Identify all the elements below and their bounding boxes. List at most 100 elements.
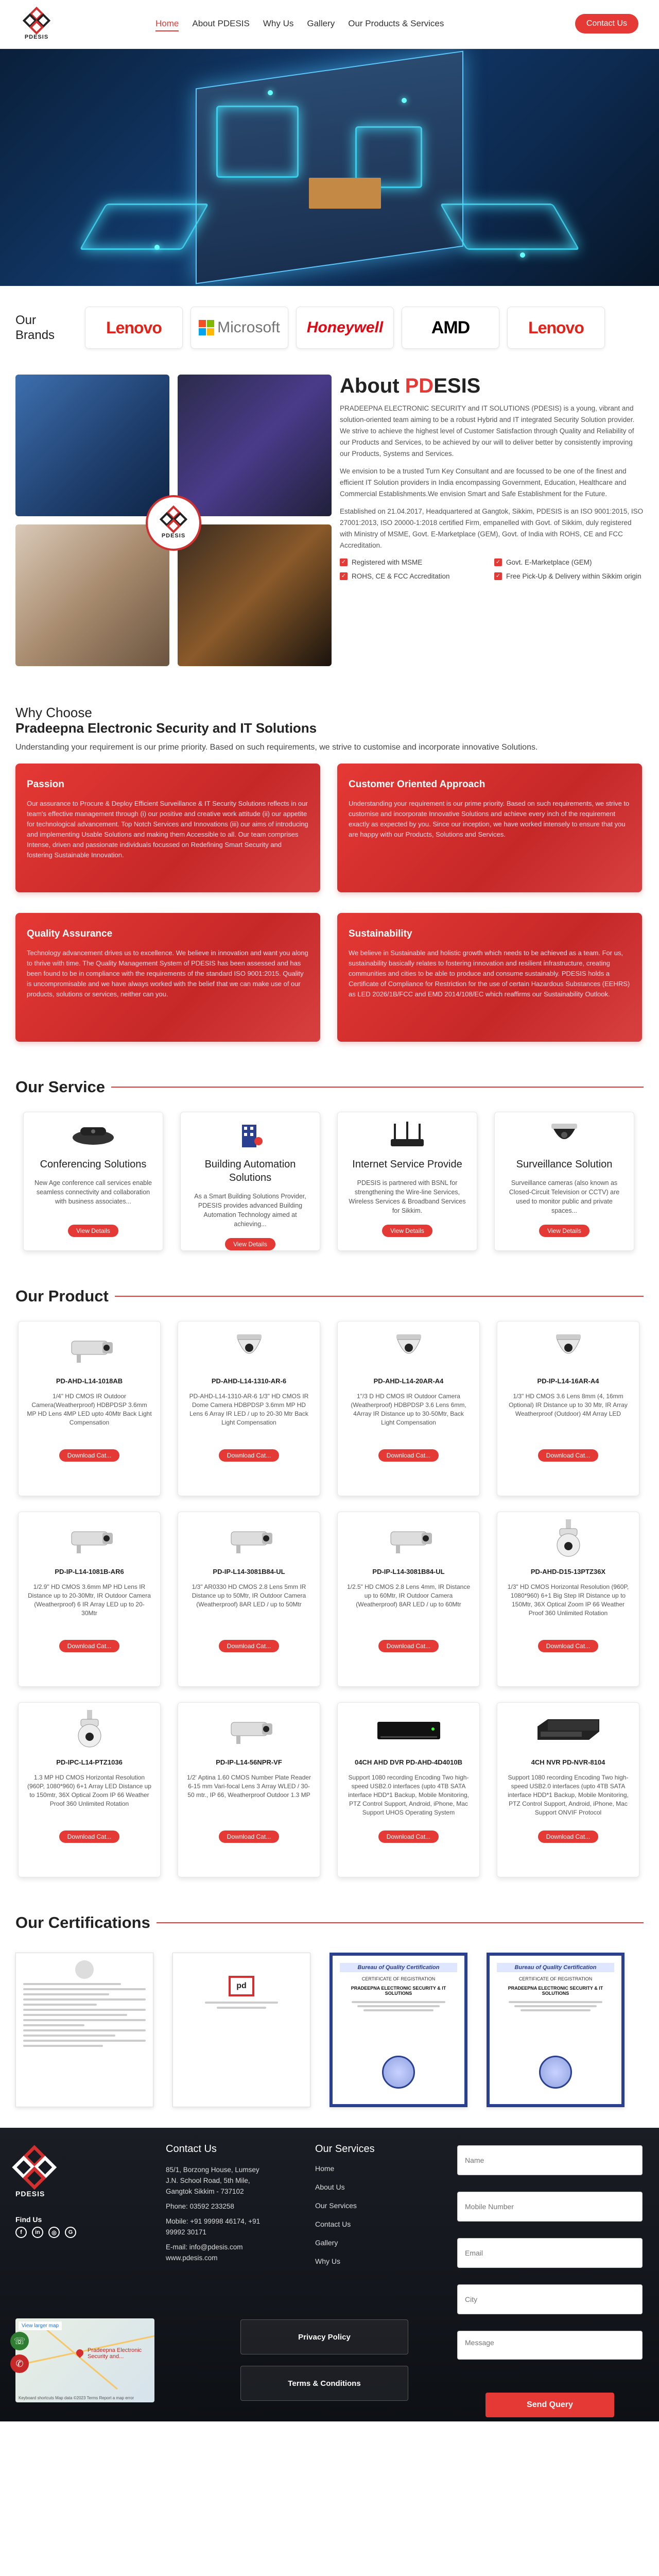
product-name: PD-IPC-L14-PTZ1036 (56, 1758, 123, 1766)
footer-mobile[interactable]: Mobile: +91 99998 46174, +91 99992 30171 (166, 2216, 264, 2238)
brand-microsoft: Microsoft (190, 307, 288, 349)
download-catalog-button[interactable]: Download Cat... (59, 1640, 120, 1652)
about-image-smart-home (15, 375, 169, 516)
product-card: PD-AHD-L14-1310-AR-6 PD-AHD-L14-1310-AR-6… (178, 1321, 320, 1496)
brand-lenovo: Lenovo (85, 307, 183, 349)
service-card: Surveillance Solution Surveillance camer… (494, 1112, 634, 1251)
call-float-icon[interactable]: ✆ (10, 2354, 29, 2373)
logo-mark (22, 6, 51, 35)
download-catalog-button[interactable]: Download Cat... (59, 1449, 120, 1462)
nav-why-us[interactable]: Why Us (263, 19, 294, 31)
download-catalog-button[interactable]: Download Cat... (218, 1831, 280, 1843)
product-description: 1/3" HD CMOS 3.6 Lens 8mm (4, 16mm Optio… (509, 1393, 628, 1417)
privacy-policy-button[interactable]: Privacy Policy (240, 2319, 408, 2354)
nav-products-services[interactable]: Our Products & Services (348, 19, 444, 31)
hero-light (154, 245, 160, 250)
hero-banner (0, 49, 659, 286)
product-description: 1/2.9" HD CMOS 3.6mm MP HD Lens IR Dista… (28, 1583, 151, 1617)
certificate-iso-1[interactable]: Bureau of Quality Certification CERTIFIC… (330, 1953, 467, 2107)
product-description: Support 1080 recording Encoding Two high… (348, 1774, 469, 1816)
product-card: PD-IP-L14-1081B-AR6 1/2.9" HD CMOS 3.6mm … (18, 1512, 161, 1687)
whatsapp-float-icon[interactable]: ☏ (10, 2332, 29, 2350)
certificate-msme[interactable] (15, 1953, 153, 2107)
mobile-field[interactable] (457, 2192, 643, 2222)
logo-text: PDESIS (24, 33, 49, 40)
product-name: PD-AHD-L14-1310-AR-6 (211, 1377, 287, 1385)
hero-glow-panel (216, 106, 299, 178)
footer-link-gallery[interactable]: Gallery (315, 2239, 375, 2247)
certifications-grid: pd Bureau of Quality Certification CERTI… (0, 1932, 659, 2128)
product-description: 1/3" AR0330 HD CMOS 2.8 Lens 5mm IR Dist… (192, 1583, 306, 1608)
product-name: PD-IP-L14-1081B-AR6 (55, 1568, 124, 1575)
certificate-pd-logo[interactable]: pd (172, 1953, 310, 2107)
about-paragraph: We envision to be a trusted Turn Key Con… (340, 467, 627, 498)
nav-gallery[interactable]: Gallery (307, 19, 335, 31)
about-image-grid: PDESIS (15, 375, 332, 666)
send-query-button[interactable]: Send Query (485, 2393, 614, 2417)
product-name: PD-IP-L14-3081B84-UL (213, 1568, 285, 1575)
download-catalog-button[interactable]: Download Cat... (537, 1449, 599, 1462)
why-heading: Why Choose (15, 705, 92, 720)
service-title: Our Service (0, 1078, 659, 1096)
contact-us-button[interactable]: Contact Us (575, 14, 638, 33)
footer-link-about[interactable]: About Us (315, 2183, 375, 2191)
why-card-passion: Passion Our assurance to Procure & Deploy… (15, 764, 320, 892)
download-catalog-button[interactable]: Download Cat... (537, 1831, 599, 1843)
download-catalog-button[interactable]: Download Cat... (378, 1831, 439, 1843)
service-card: Conferencing Solutions New Age conferenc… (23, 1112, 163, 1251)
terms-conditions-button[interactable]: Terms & Conditions (240, 2366, 408, 2401)
download-catalog-button[interactable]: Download Cat... (218, 1449, 280, 1462)
instagram-icon[interactable]: ◎ (48, 2227, 60, 2238)
certifications-title: Our Certifications (0, 1913, 659, 1932)
view-details-button[interactable]: View Details (225, 1238, 275, 1250)
site-logo[interactable]: PDESIS (21, 5, 53, 44)
download-catalog-button[interactable]: Download Cat... (218, 1640, 280, 1652)
name-field[interactable] (457, 2145, 643, 2175)
nav-about[interactable]: About PDESIS (192, 19, 250, 31)
ptz-camera-icon (27, 1710, 152, 1751)
product-name: PD-AHD-L14-1018AB (56, 1377, 123, 1385)
location-map[interactable]: View larger map Pradeepna Electronic Sec… (15, 2318, 154, 2402)
product-card: PD-AHD-L14-20AR-A4 1"/3 D HD CMOS IR Outd… (337, 1321, 480, 1496)
bullet-camera-icon (186, 1710, 311, 1751)
why-choose-section: Why Choose Pradeepna Electronic Security… (0, 666, 659, 1042)
dome-camera-icon (506, 1329, 631, 1370)
brands-section: Our Brands Lenovo Microsoft Honeywell AMD… (0, 286, 659, 369)
footer-email[interactable]: E-mail: info@pdesis.com (166, 2242, 264, 2252)
email-field[interactable] (457, 2238, 643, 2268)
product-card: PD-IP-L14-56NPR-VF 1/2' Aptina 1.60 CMOS … (178, 1702, 320, 1877)
about-title: About PDESIS (340, 375, 481, 397)
check-icon: ✓ (494, 558, 502, 566)
footer-link-services[interactable]: Our Services (315, 2201, 375, 2210)
download-catalog-button[interactable]: Download Cat... (378, 1640, 439, 1652)
product-card: PD-IPC-L14-PTZ1036 1.3 MP HD CMOS Horizon… (18, 1702, 161, 1877)
product-name: PD-IP-L14-56NPR-VF (216, 1758, 282, 1766)
view-details-button[interactable]: View Details (382, 1225, 432, 1237)
conference-camera-icon (33, 1117, 153, 1153)
certificate-iso-2[interactable]: Bureau of Quality Certification CERTIFIC… (487, 1953, 625, 2107)
view-larger-map-link[interactable]: View larger map (19, 2321, 62, 2330)
footer-website[interactable]: www.pdesis.com (166, 2252, 264, 2263)
google-icon[interactable]: G (65, 2227, 76, 2238)
query-form (457, 2145, 643, 2379)
view-details-button[interactable]: View Details (68, 1225, 118, 1237)
download-catalog-button[interactable]: Download Cat... (378, 1449, 439, 1462)
footer-logo[interactable]: PDESIS (12, 2145, 62, 2205)
footer-link-contact[interactable]: Contact Us (315, 2220, 375, 2228)
find-us-label: Find Us (15, 2215, 42, 2224)
nav-home[interactable]: Home (155, 19, 179, 31)
view-details-button[interactable]: View Details (539, 1225, 589, 1237)
check-icon: ✓ (494, 572, 502, 580)
facebook-icon[interactable]: f (15, 2227, 27, 2238)
footer-phone[interactable]: Phone: 03592 233258 (166, 2201, 264, 2212)
download-catalog-button[interactable]: Download Cat... (537, 1640, 599, 1652)
product-card: PD-IP-L14-16AR-A4 1/3" HD CMOS 3.6 Lens 8… (497, 1321, 639, 1496)
message-field[interactable] (457, 2331, 643, 2360)
linkedin-icon[interactable]: in (32, 2227, 43, 2238)
footer-services: Our Services Home About Us Our Services … (315, 2143, 375, 2265)
about-image-cctv (15, 524, 169, 666)
footer-link-home[interactable]: Home (315, 2164, 375, 2173)
city-field[interactable] (457, 2284, 643, 2314)
footer-link-why-us[interactable]: Why Us (315, 2257, 375, 2265)
download-catalog-button[interactable]: Download Cat... (59, 1831, 120, 1843)
